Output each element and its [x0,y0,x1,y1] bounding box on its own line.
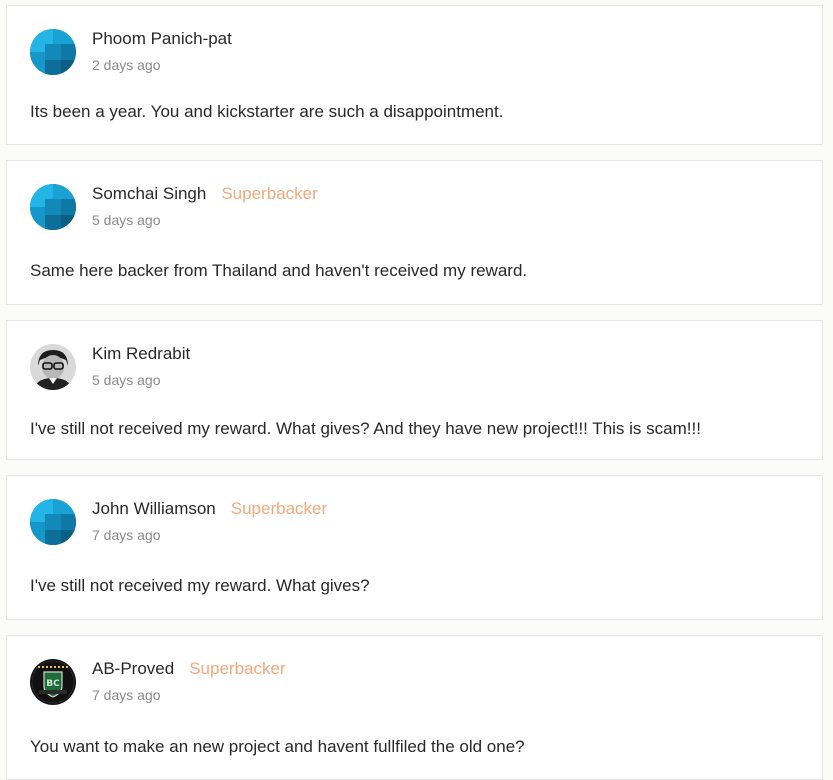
default-avatar-icon[interactable] [30,184,76,230]
svg-text:BC: BC [46,679,60,689]
comment-card: Somchai Singh Superbacker 5 days ago Sam… [6,160,823,305]
superbacker-badge: Superbacker [221,184,318,203]
comment-text: You want to make an new project and have… [30,737,525,756]
superbacker-badge: Superbacker [230,499,328,518]
superbacker-badge: Superbacker [189,659,286,678]
comment-card: Phoom Panich-pat 2 days ago Its been a y… [6,5,823,145]
comment-timestamp: 7 days ago [92,687,161,703]
default-avatar-icon[interactable] [30,499,76,545]
comment-timestamp: 7 days ago [92,527,161,543]
author-name[interactable]: Somchai Singh [92,184,206,204]
comment-text: I've still not received my reward. What … [30,576,370,595]
comment-card: John Williamson Superbacker 7 days ago I… [6,475,823,620]
comment-timestamp: 5 days ago [92,212,161,228]
comment-card: Kim Redrabit 5 days ago I've still not r… [6,320,823,460]
shield-logo-avatar[interactable]: BC [30,659,76,705]
author-name[interactable]: AB-Proved [92,659,174,679]
profile-photo-avatar[interactable] [30,344,76,390]
author-name[interactable]: Kim Redrabit [92,344,190,364]
comment-timestamp: 5 days ago [92,372,161,388]
author-name[interactable]: Phoom Panich-pat [92,29,232,49]
comment-text: Same here backer from Thailand and haven… [30,261,528,280]
comment-timestamp: 2 days ago [92,57,161,73]
author-name[interactable]: John Williamson [92,499,216,519]
comment-card: BC AB-Proved Superbacker 7 days ago You … [6,635,823,780]
comment-text: Its been a year. You and kickstarter are… [30,102,504,121]
default-avatar-icon[interactable] [30,29,76,75]
comment-text: I've still not received my reward. What … [30,419,701,438]
